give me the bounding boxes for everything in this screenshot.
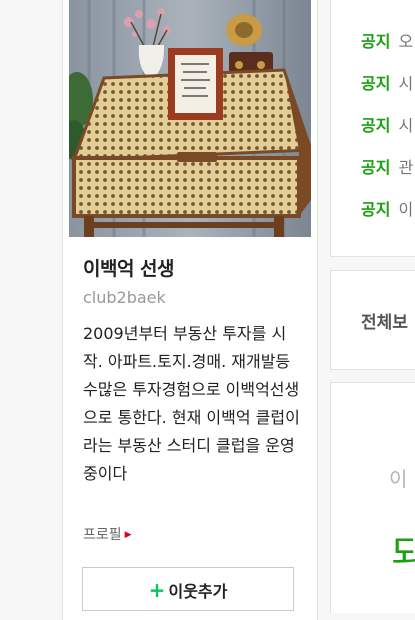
profile-link-label: 프로필 (83, 527, 122, 543)
profile-photo[interactable] (69, 0, 311, 237)
profile-link[interactable]: 프로필 ▶ (83, 524, 132, 544)
all-posts-link[interactable]: 전체보 (361, 308, 408, 333)
all-posts-panel: 전체보 (330, 270, 415, 370)
profile-card: 이백억 선생 club2baek 2009년부터 부동산 투자를 시작. 아파트… (62, 0, 318, 620)
blog-description: 2009년부터 부동산 투자를 시작. 아파트.토지.경매. 재개발등 수많은 … (83, 324, 300, 483)
profile-photo-image (69, 0, 311, 237)
side-widget: 이 되 (330, 382, 415, 613)
blog-id: club2baek (83, 288, 166, 307)
notice-tag: 공지 (361, 116, 391, 135)
add-neighbor-label: 이웃추가 (168, 582, 228, 601)
caret-right-icon: ▶ (124, 530, 132, 540)
notice-item[interactable]: 공지 시 (361, 112, 413, 136)
plus-icon: + (148, 578, 166, 602)
notice-item[interactable]: 공지 관 (361, 154, 413, 178)
notice-tag: 공지 (361, 32, 391, 51)
notice-title: 시 (398, 74, 414, 93)
blog-name: 이백억 선생 (83, 258, 175, 280)
add-neighbor-button[interactable]: + 이웃추가 (82, 567, 294, 611)
notice-title: 오 (398, 32, 414, 51)
notice-item[interactable]: 공지 이 (361, 196, 413, 220)
notice-tag: 공지 (361, 74, 391, 93)
notice-tag: 공지 (361, 200, 391, 219)
notice-title: 이 (398, 200, 414, 219)
side-widget-large-text: 되 (391, 532, 415, 576)
notice-list: 공지 오 공지 시 공지 시 공지 관 공지 이 (330, 0, 415, 257)
notice-item[interactable]: 공지 시 (361, 70, 413, 94)
notice-title: 관 (398, 158, 414, 177)
notice-tag: 공지 (361, 158, 391, 177)
side-widget-text: 이 (389, 467, 408, 491)
notice-item[interactable]: 공지 오 (361, 28, 413, 52)
notice-title: 시 (398, 116, 414, 135)
